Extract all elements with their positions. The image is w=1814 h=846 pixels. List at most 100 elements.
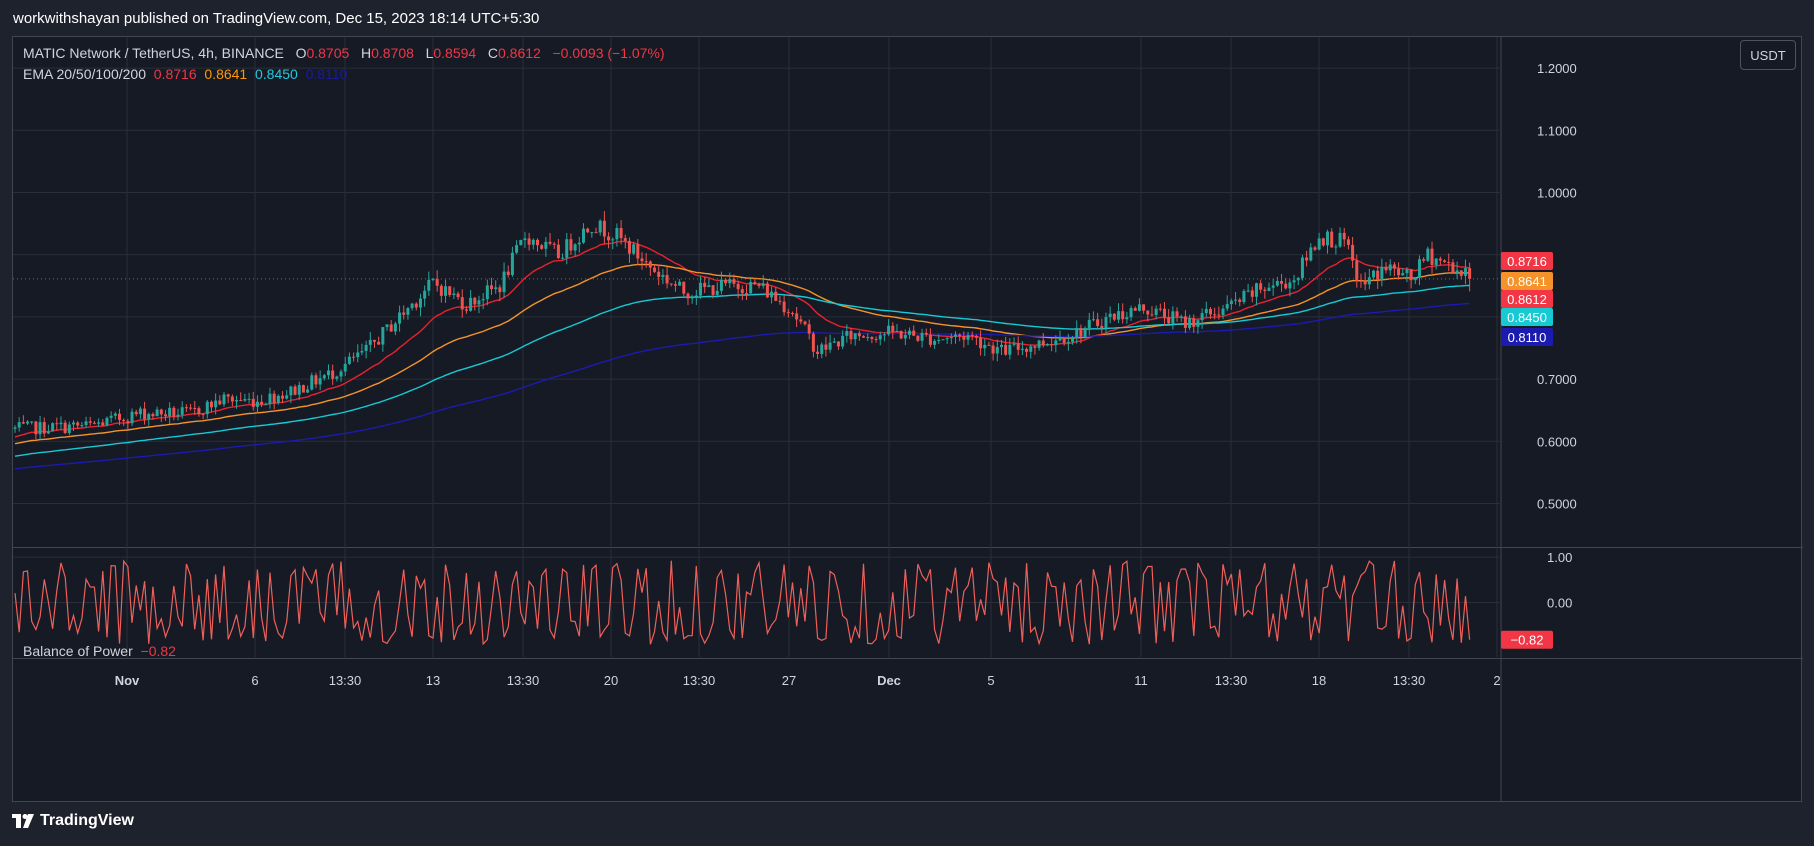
bop-label-text: −0.82 [1511, 633, 1544, 648]
candle-body [590, 232, 594, 234]
candle-body [1338, 232, 1342, 247]
candle-body [1321, 238, 1325, 246]
price-tick-label: 1.0000 [1537, 185, 1577, 200]
ema100-line [14, 284, 1470, 457]
candle-body [1417, 259, 1421, 278]
candle-body [97, 422, 101, 424]
currency-unit-button[interactable]: USDT [1740, 40, 1796, 70]
candle-body [209, 401, 213, 408]
candle-body [410, 303, 414, 309]
candle-body [448, 286, 452, 296]
time-tick-label: 13:30 [1215, 673, 1248, 688]
price-tick-label: 1.1000 [1537, 123, 1577, 138]
candle-body [1330, 231, 1334, 248]
candle-body [38, 422, 42, 435]
candle-body [895, 330, 899, 332]
candle-body [836, 341, 840, 347]
candle-body [1317, 238, 1321, 250]
candle-body [820, 344, 824, 354]
candle-body [694, 295, 698, 297]
candle-body [1305, 257, 1309, 261]
time-tick-label: 13:30 [507, 673, 540, 688]
candle-body [226, 394, 230, 397]
candle-body [1397, 268, 1401, 276]
candle-body [155, 409, 159, 417]
candle-body [636, 244, 640, 259]
candle-body [1405, 269, 1409, 274]
candle-body [1229, 300, 1233, 305]
candle-body [268, 393, 272, 405]
candle-body [966, 335, 970, 340]
candle-body [1037, 340, 1041, 348]
candle-body [878, 335, 882, 340]
tradingview-logo[interactable]: TradingView [12, 812, 134, 830]
candle-body [235, 400, 239, 402]
candle-body [1292, 280, 1296, 283]
candle-body [1012, 343, 1016, 345]
candle-body [1121, 311, 1125, 320]
candle-body [774, 291, 778, 301]
candle-body [255, 401, 259, 407]
candle-body [970, 335, 974, 337]
candle-body [1100, 325, 1104, 329]
candle-body [657, 271, 661, 277]
candle-body [678, 281, 682, 286]
candle-body [1438, 258, 1442, 261]
candle-body [335, 376, 339, 379]
candle-body [63, 422, 67, 433]
candle-body [1029, 346, 1033, 352]
publish-info: workwithshayan published on TradingView.… [13, 10, 540, 27]
candle-body [260, 401, 264, 405]
close-label: C [487, 45, 498, 61]
candle-body [473, 297, 477, 305]
time-tick-label: 18 [1312, 673, 1326, 688]
candle-body [1384, 266, 1388, 271]
candle-body [673, 284, 677, 286]
candle-body [76, 422, 80, 426]
candle-body [849, 331, 853, 340]
candle-body [460, 297, 464, 310]
candle-body [356, 352, 360, 358]
candle-body [1117, 311, 1121, 320]
candle-body [1355, 260, 1359, 281]
candle-body [105, 417, 109, 426]
candle-body [519, 240, 523, 246]
candle-body [184, 407, 188, 409]
candle-body [1192, 318, 1196, 327]
candle-body [1204, 308, 1208, 314]
candle-body [1054, 340, 1058, 346]
candle-body [1413, 277, 1417, 281]
candle-body [1451, 262, 1455, 274]
candle-body [958, 334, 962, 337]
chart-svg[interactable]: 1.2000 1.1000 1.0000 0.7000 0.6000 0.5000 1.00… [13, 37, 1803, 803]
candle-body [272, 393, 276, 403]
candle-body [1263, 289, 1267, 291]
candle-body [423, 290, 427, 299]
price-label-text: 0.8641 [1507, 274, 1547, 289]
candle-body [1167, 317, 1171, 324]
candle-body [531, 239, 535, 245]
candle-body [1091, 319, 1095, 321]
candle-body [765, 283, 769, 298]
candle-body [1142, 304, 1146, 311]
chart-frame[interactable]: 1.2000 1.1000 1.0000 0.7000 0.6000 0.5000 1.00… [12, 36, 1803, 803]
candle-body [707, 285, 711, 288]
symbol-name[interactable]: MATIC Network / TetherUS, 4h, BINANCE [23, 45, 284, 61]
candle-body [389, 324, 393, 332]
candle-body [1146, 310, 1150, 315]
ema-label[interactable]: EMA 20/50/100/200 [23, 66, 146, 82]
open-label: O [295, 45, 307, 61]
candle-body [1200, 313, 1204, 321]
candle-body [406, 308, 410, 315]
candle-body [887, 325, 891, 335]
candle-body [711, 285, 715, 295]
candle-body [80, 425, 84, 427]
candle-body [715, 290, 719, 295]
candle-body [1242, 290, 1246, 303]
candle-body [782, 301, 786, 313]
candle-body [740, 289, 744, 294]
candle-body [1066, 341, 1070, 343]
bop-label[interactable]: Balance of Power [23, 643, 133, 659]
candle-body [1087, 319, 1091, 328]
candle-body [920, 332, 924, 341]
